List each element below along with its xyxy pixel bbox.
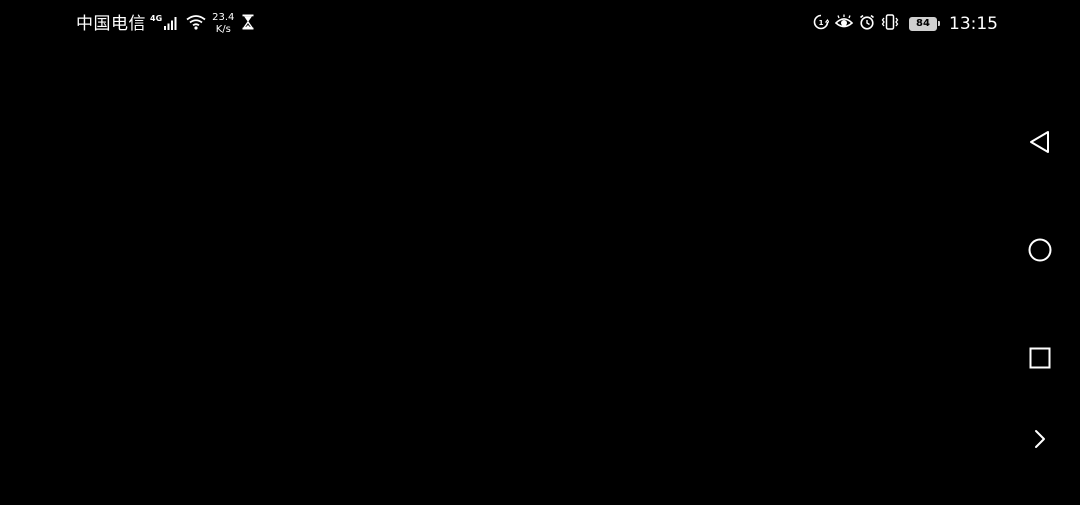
status-bar-right: 1 84 13:15: [813, 10, 998, 38]
chevron-right-icon: [1033, 429, 1047, 453]
back-button[interactable]: [1000, 116, 1080, 172]
eye-comfort-icon: [834, 14, 854, 34]
battery-icon: 84: [909, 17, 940, 31]
navigation-bar: [1000, 0, 1080, 505]
carrier-name: 中国电信: [76, 13, 146, 34]
home-button[interactable]: [1000, 224, 1080, 280]
status-bar-left: 中国电信 4G 23.4 K/s: [76, 10, 254, 38]
speed-value: 23.4: [212, 12, 235, 23]
svg-text:1: 1: [819, 19, 824, 27]
battery-level: 84: [916, 18, 930, 29]
vibrate-icon: [881, 14, 899, 34]
wifi-icon: [186, 14, 206, 34]
recents-button[interactable]: [1000, 332, 1080, 388]
recents-icon: [1029, 347, 1051, 373]
expand-nav-button[interactable]: [1000, 413, 1080, 469]
network-speed: 23.4 K/s: [212, 12, 234, 36]
hourglass-icon: [242, 14, 254, 34]
speed-unit: K/s: [215, 24, 231, 35]
signal-icon: [164, 15, 178, 34]
data-saver-icon: 1: [813, 14, 830, 34]
network-type: 4G: [150, 14, 163, 23]
alarm-icon: [859, 14, 875, 34]
back-icon: [1029, 130, 1051, 158]
status-clock: 13:15: [949, 13, 998, 34]
home-icon: [1028, 238, 1052, 266]
